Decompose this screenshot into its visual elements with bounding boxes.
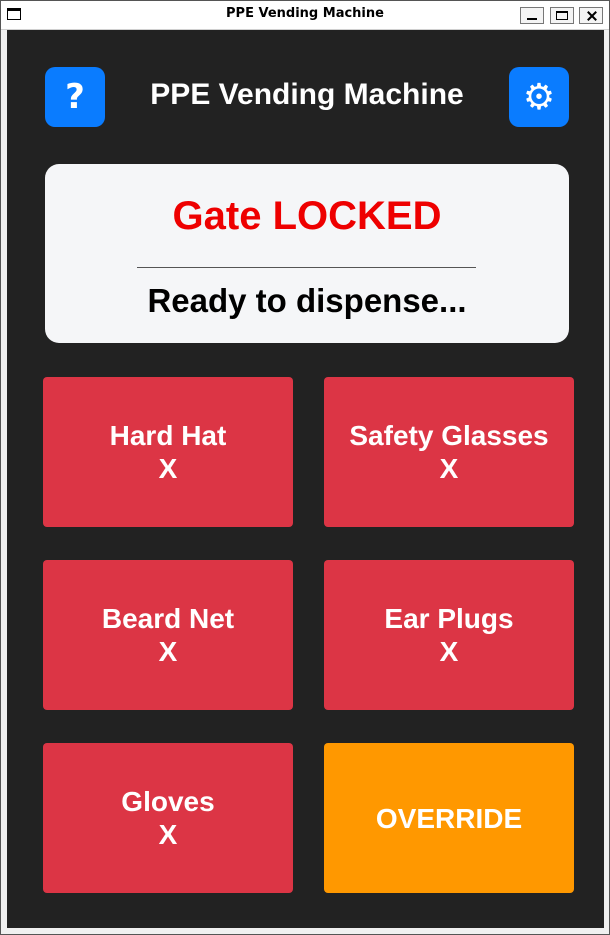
help-icon: ? xyxy=(65,77,85,117)
product-state: X xyxy=(158,636,178,667)
product-name: Safety Glasses xyxy=(349,420,549,451)
app-body: ? PPE Vending Machine ⚙ Gate LOCKED Read… xyxy=(7,30,604,928)
status-divider xyxy=(137,267,476,268)
override-label: OVERRIDE xyxy=(375,802,523,834)
product-name: Ear Plugs xyxy=(384,603,514,634)
title-bar[interactable]: PPE Vending Machine xyxy=(1,1,609,30)
gear-icon: ⚙ xyxy=(522,76,556,118)
product-state: X xyxy=(439,453,459,484)
override-button[interactable]: OVERRIDE xyxy=(324,743,574,893)
status-message: Ready to dispense... xyxy=(147,282,467,319)
product-state: X xyxy=(439,636,459,667)
minimize-button[interactable] xyxy=(520,7,544,24)
app-window: PPE Vending Machine ? PPE Vending Machin… xyxy=(0,0,610,935)
gate-status: Gate LOCKED xyxy=(172,194,442,238)
close-button[interactable] xyxy=(579,7,603,24)
maximize-button[interactable] xyxy=(550,7,574,24)
ear-plugs-button[interactable]: Ear Plugs X xyxy=(324,560,574,710)
product-state: X xyxy=(158,819,178,850)
product-name: Hard Hat xyxy=(109,420,227,451)
gloves-button[interactable]: Gloves X xyxy=(43,743,293,893)
beard-net-button[interactable]: Beard Net X xyxy=(43,560,293,710)
settings-button[interactable]: ⚙ xyxy=(509,67,569,127)
window-title: PPE Vending Machine xyxy=(226,6,384,21)
product-name: Gloves xyxy=(121,786,215,817)
hard-hat-button[interactable]: Hard Hat X xyxy=(43,377,293,527)
help-button[interactable]: ? xyxy=(45,67,105,127)
status-panel: Gate LOCKED Ready to dispense... xyxy=(45,164,569,343)
product-state: X xyxy=(158,453,178,484)
product-name: Beard Net xyxy=(101,603,235,634)
page-title: PPE Vending Machine xyxy=(150,78,464,111)
safety-glasses-button[interactable]: Safety Glasses X xyxy=(324,377,574,527)
